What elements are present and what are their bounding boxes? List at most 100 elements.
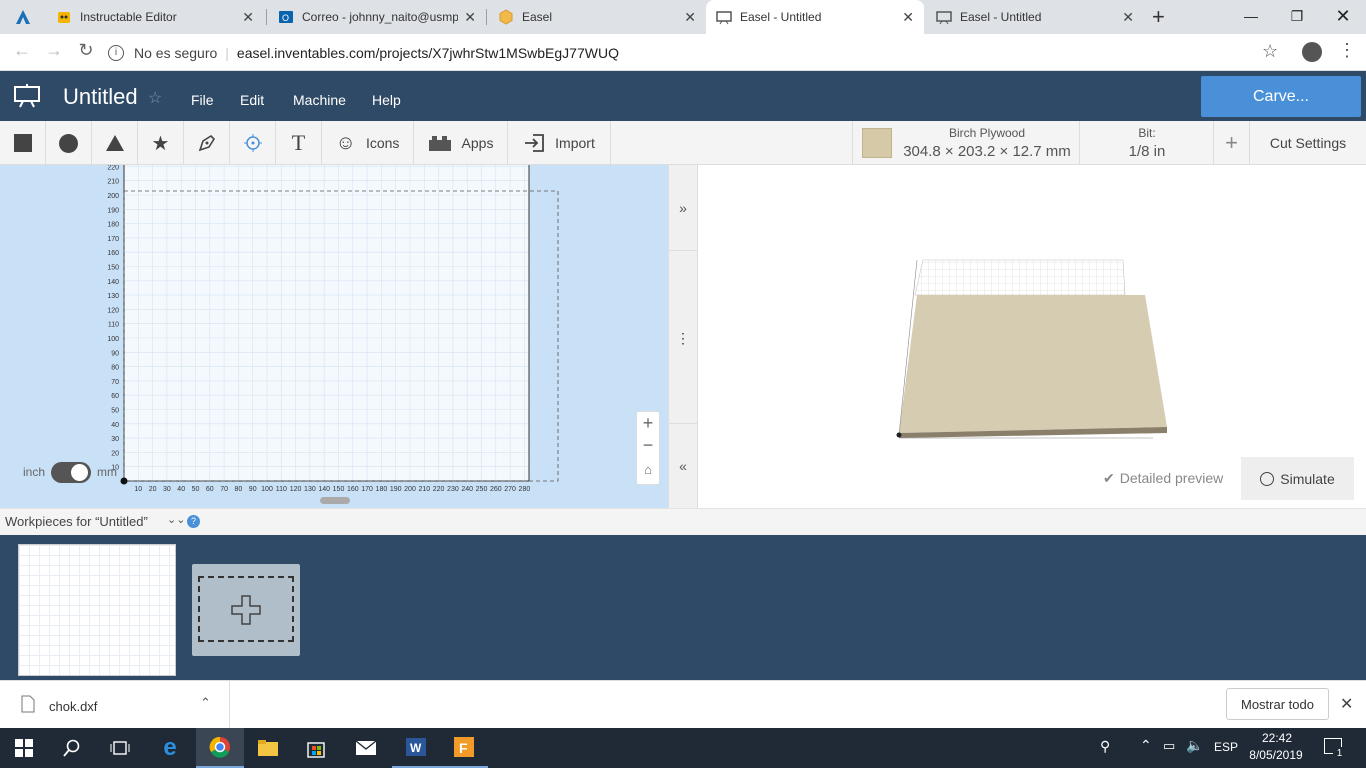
tab-easel-untitled[interactable]: Easel - Untitled ✕ <box>926 0 1144 34</box>
word-icon[interactable]: W <box>392 728 440 768</box>
point-tool-icon <box>243 134 262 152</box>
menu-machine[interactable]: Machine <box>293 92 346 108</box>
tab-instructable-editor[interactable]: Instructable Editor ✕ <box>46 0 264 34</box>
point-tool-button[interactable] <box>230 121 276 165</box>
close-icon[interactable]: ✕ <box>1122 9 1134 26</box>
apps-button[interactable]: Apps <box>414 121 508 165</box>
plus-icon <box>230 594 262 626</box>
bit-value: 1/8 in <box>1128 143 1166 160</box>
tab-title: Instructable Editor <box>80 10 177 24</box>
chevron-up-icon[interactable]: ⌃ <box>200 695 211 711</box>
project-title[interactable]: Untitled <box>63 84 138 110</box>
x-tick-label: 40 <box>177 486 185 493</box>
close-icon[interactable]: ✕ <box>902 9 914 26</box>
search-icon[interactable] <box>48 728 96 768</box>
easel-logo-icon[interactable] <box>14 84 40 108</box>
canvas-grid[interactable]: 2202102001901801701601501401301201101009… <box>0 165 668 508</box>
network-icon[interactable]: ▭ <box>1163 738 1175 754</box>
profile-avatar-icon[interactable] <box>1302 42 1322 62</box>
browser-tab-bar: Instructable Editor ✕ O Correo - johnny_… <box>0 0 1366 34</box>
maximize-icon[interactable]: ❐ <box>1274 0 1320 32</box>
carve-button[interactable]: Carve... <box>1201 76 1361 117</box>
bit-selector[interactable]: Bit: 1/8 in <box>1080 121 1214 165</box>
material-selector[interactable]: Birch Plywood 304.8 × 203.2 × 12.7 mm <box>852 121 1080 165</box>
tab-correo[interactable]: O Correo - johnny_naito@usmp ✕ <box>268 0 486 34</box>
clock-date[interactable]: 8/05/2019 <box>1243 748 1309 762</box>
cut-settings-button[interactable]: Cut Settings <box>1250 121 1366 165</box>
bookmark-star-icon[interactable]: ☆ <box>1262 41 1278 62</box>
workpieces-label[interactable]: Workpieces for “Untitled” <box>5 514 148 529</box>
browser-menu-icon[interactable]: ⋮ <box>1338 40 1356 61</box>
url-text[interactable]: easel.inventables.com/projects/X7jwhrStw… <box>237 45 619 61</box>
material-3d-preview[interactable] <box>893 255 1173 445</box>
menu-help[interactable]: Help <box>372 92 401 108</box>
mail-icon[interactable] <box>342 728 390 768</box>
people-icon[interactable]: ⚲ <box>1100 738 1110 755</box>
store-icon[interactable] <box>292 728 340 768</box>
close-icon[interactable]: ✕ <box>242 9 254 26</box>
close-icon[interactable]: ✕ <box>464 9 476 26</box>
language-indicator[interactable]: ESP <box>1214 740 1238 754</box>
volume-icon[interactable]: 🔈 <box>1186 737 1203 754</box>
expand-left-icon[interactable]: « <box>669 423 697 508</box>
y-tick-label: 200 <box>107 193 119 200</box>
detailed-preview-toggle[interactable]: ✔ Detailed preview <box>1103 465 1223 491</box>
task-view-icon[interactable] <box>96 728 144 768</box>
horizontal-scrollbar[interactable] <box>320 497 350 504</box>
expand-right-icon[interactable]: » <box>669 165 697 251</box>
clock-time[interactable]: 22:42 <box>1248 731 1306 745</box>
star-tool-button[interactable]: ★ <box>138 121 184 165</box>
minimize-icon[interactable]: — <box>1228 0 1274 32</box>
menu-file[interactable]: File <box>191 92 214 108</box>
pen-tool-button[interactable] <box>184 121 230 165</box>
home-view-icon[interactable]: ⌂ <box>637 456 659 484</box>
import-button[interactable]: Import <box>508 121 611 165</box>
chrome-icon[interactable] <box>196 728 244 768</box>
drag-handle-icon[interactable]: ⋮ <box>669 330 697 347</box>
reload-icon[interactable]: ↻ <box>74 40 98 61</box>
menu-edit[interactable]: Edit <box>240 92 264 108</box>
download-item[interactable]: chok.dxf ⌃ <box>0 681 230 729</box>
tab-easel[interactable]: Easel ✕ <box>488 0 706 34</box>
back-icon[interactable]: ← <box>10 40 34 61</box>
help-icon[interactable]: ? <box>187 515 200 528</box>
text-tool-button[interactable]: T <box>276 121 322 165</box>
zoom-in-button[interactable]: + <box>637 412 659 434</box>
fusion-icon[interactable]: F <box>440 728 488 768</box>
address-bar: ← → ↻ i No es seguro | easel.inventables… <box>0 34 1366 71</box>
file-explorer-icon[interactable] <box>244 728 292 768</box>
new-tab-button[interactable]: + <box>1152 4 1165 30</box>
forward-icon[interactable]: → <box>42 40 66 61</box>
url-box[interactable]: i No es seguro | easel.inventables.com/p… <box>108 39 1258 66</box>
square-tool-button[interactable] <box>0 121 46 165</box>
add-workpiece-button[interactable] <box>192 564 300 656</box>
workpiece-thumbnail[interactable] <box>18 544 176 676</box>
tray-chevron-icon[interactable]: ⌃ <box>1140 737 1152 754</box>
autodesk-tab[interactable] <box>0 0 46 34</box>
circle-tool-button[interactable] <box>46 121 92 165</box>
design-canvas[interactable]: 220 210 200 190 180 170 160 150 140 130 120 110 100 9… <box>0 165 668 508</box>
close-icon[interactable]: ✕ <box>684 9 696 26</box>
zoom-out-button[interactable]: − <box>637 434 659 456</box>
y-tick-label: 170 <box>107 236 119 243</box>
y-tick-label: 180 <box>107 222 119 229</box>
workpieces-bar: Workpieces for “Untitled” ⌄⌄ ? <box>0 508 1366 535</box>
favorite-star-icon[interactable]: ☆ <box>148 88 162 108</box>
close-window-icon[interactable]: ✕ <box>1320 0 1366 32</box>
info-icon[interactable]: i <box>108 44 124 61</box>
chevron-down-icon[interactable]: ⌄⌄ <box>167 513 185 526</box>
y-tick-label: 90 <box>111 350 119 357</box>
icons-button[interactable]: ☺ Icons <box>322 121 414 165</box>
show-all-button[interactable]: Mostrar todo <box>1226 688 1329 720</box>
close-download-bar-icon[interactable]: ✕ <box>1340 694 1353 714</box>
triangle-tool-button[interactable] <box>92 121 138 165</box>
unit-toggle[interactable] <box>51 462 91 483</box>
add-bit-button[interactable]: + <box>1214 121 1250 165</box>
simulate-button[interactable]: Simulate <box>1241 457 1354 500</box>
x-tick-label: 130 <box>304 486 316 493</box>
toggle-knob <box>71 464 88 481</box>
windows-start-icon[interactable] <box>0 728 48 768</box>
tab-easel-untitled-active[interactable]: Easel - Untitled ✕ <box>706 0 924 34</box>
download-filename: chok.dxf <box>49 699 98 714</box>
edge-icon[interactable]: e <box>146 728 194 768</box>
